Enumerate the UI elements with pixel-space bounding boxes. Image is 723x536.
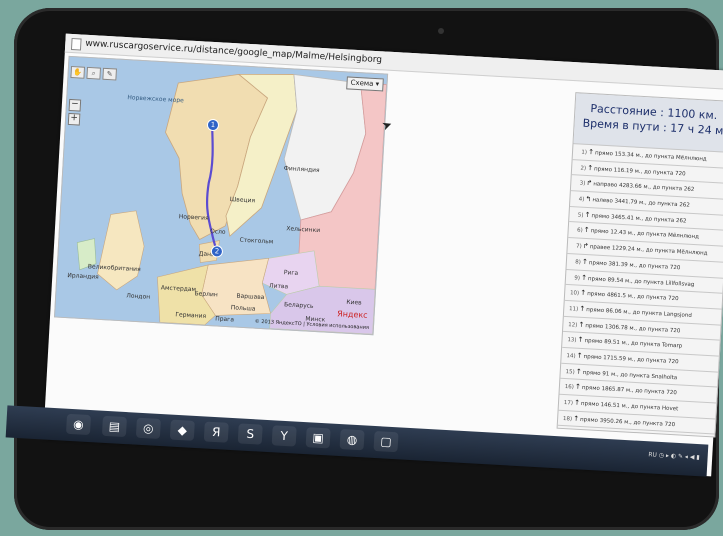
page-icon [70, 37, 82, 51]
step-text: прямо 1715.59 м., до пункта 720 [583, 353, 679, 366]
map-canvas [55, 56, 388, 335]
step-text: прямо 1865.87 м., до пункта 720 [581, 385, 677, 397]
step-number: 11) [568, 306, 579, 313]
camera-icon [438, 28, 444, 34]
map-label-riga: Рига [283, 269, 299, 277]
step-number: 8) [575, 259, 582, 266]
step-number: 13) [567, 337, 577, 344]
step-text: прямо 116.19 м., до пункта 720 [593, 166, 686, 178]
step-text: прямо 89.51 м., до пункта Tomarp [584, 338, 683, 350]
map-label-oslo: Осло [209, 228, 226, 236]
map-label-warsaw: Варшава [236, 292, 265, 302]
network-app-icon[interactable]: ◆ [169, 419, 195, 441]
map-label-kiev: Киев [346, 298, 362, 307]
step-text: прямо 3465.41 м., до пункта 262 [591, 213, 687, 225]
hand-icon[interactable]: ✋ [70, 65, 86, 79]
map-label-london: Лондон [126, 292, 151, 301]
route-map[interactable]: ✋ ⌕ ✎ − + Схема ▾ Норвежское море Финлянди… [53, 55, 389, 336]
step-text: прямо 12.43 м., до пункта Мёлнлюнд [590, 228, 699, 241]
step-number: 9) [574, 274, 581, 282]
map-toolbar: ✋ ⌕ ✎ [70, 59, 119, 81]
step-number: 17) [563, 400, 574, 407]
step-number: 10) [569, 290, 580, 297]
step-text: прямо 146.51 м., до пункта Hovet [580, 400, 679, 413]
map-label-sweden: Швеция [229, 196, 256, 205]
step-text: направо 4283.66 м., до пункта 262 [593, 181, 695, 194]
yandex-logo[interactable]: Яндекс [337, 309, 368, 320]
step-number: 18) [562, 415, 573, 423]
yandex-browser-icon[interactable]: Я [203, 421, 229, 443]
map-type-dropdown[interactable]: Схема ▾ [346, 76, 384, 92]
map-label-lithuania: Литва [268, 282, 289, 291]
step-text: прямо 91 м., до пункта Snalholta [582, 369, 678, 381]
direction-arrow-icon: ↑ [572, 429, 579, 438]
ruler-icon[interactable]: ✎ [102, 67, 117, 81]
step-number: 1) [581, 149, 588, 156]
step-text: прямо 153.34 м., до пункта Мёлнлюнд [594, 150, 707, 163]
step-text: прямо 86.06 м., до пункта Langsjond [586, 307, 692, 319]
step-text: налево 3441.79 м., до пункта 262 [592, 197, 691, 209]
system-tray[interactable]: RU ◷ ▸ ◐ ✎ ◂ ◀ ▮ [648, 451, 700, 461]
step-text: прямо 135.42 м., до пункта Mesfelder [579, 432, 687, 437]
step-number: 15) [565, 368, 575, 376]
chrome-window-icon[interactable]: ◍ [339, 429, 365, 451]
route-summary: Расстояние : 1100 км. Время в пути : 17 … [573, 93, 723, 153]
yandex-icon[interactable]: Y [271, 425, 297, 447]
step-number: 14) [566, 353, 576, 360]
map-label-berlin: Берлин [194, 290, 218, 299]
browser-window: www.ruscargoservice.ru/distance/google_m… [43, 33, 723, 477]
map-label-poland: Польша [230, 304, 256, 313]
skype-icon[interactable]: S [237, 423, 263, 445]
step-number: 6) [576, 227, 583, 235]
windows-start-icon[interactable]: ◉ [65, 413, 92, 436]
documents-icon[interactable]: ▢ [373, 430, 399, 453]
step-text: прямо 1306.78 м., до пункта 720 [585, 322, 681, 334]
step-text: прямо 381.39 м., до пункта 720 [588, 260, 681, 272]
step-text: прямо 3950.26 м., до пункта 720 [579, 416, 676, 428]
step-number: 12) [568, 321, 578, 329]
step-text: прямо 89.54 м., до пункта Lillfollsvag [587, 275, 695, 288]
map-label-prague: Прага [214, 315, 235, 324]
step-number: 5) [577, 212, 584, 219]
route-panel: Расстояние : 1100 км. Время в пути : 17 … [556, 92, 723, 438]
step-number: 3) [579, 180, 586, 188]
step-text: правее 1229.24 м., до пункта Мёлнлюнд [589, 244, 708, 257]
step-number: 2) [580, 165, 587, 172]
zoom-out-button[interactable]: − [68, 98, 82, 112]
magnifier-icon[interactable]: ⌕ [86, 66, 102, 80]
step-text: прямо 4861.5 м., до пункта 720 [586, 291, 679, 303]
chrome-icon[interactable]: ◎ [135, 417, 161, 439]
step-number: 4) [578, 196, 585, 203]
file-manager-icon[interactable]: ▤ [101, 415, 127, 438]
picture-viewer-icon[interactable]: ▣ [305, 427, 331, 449]
zoom-in-button[interactable]: + [67, 112, 81, 126]
step-number: 7) [575, 243, 582, 250]
route-steps-list: 1) ↑ прямо 153.34 м., до пункта Мёлнлюнд 2)… [557, 144, 723, 438]
step-number: 16) [564, 384, 575, 391]
